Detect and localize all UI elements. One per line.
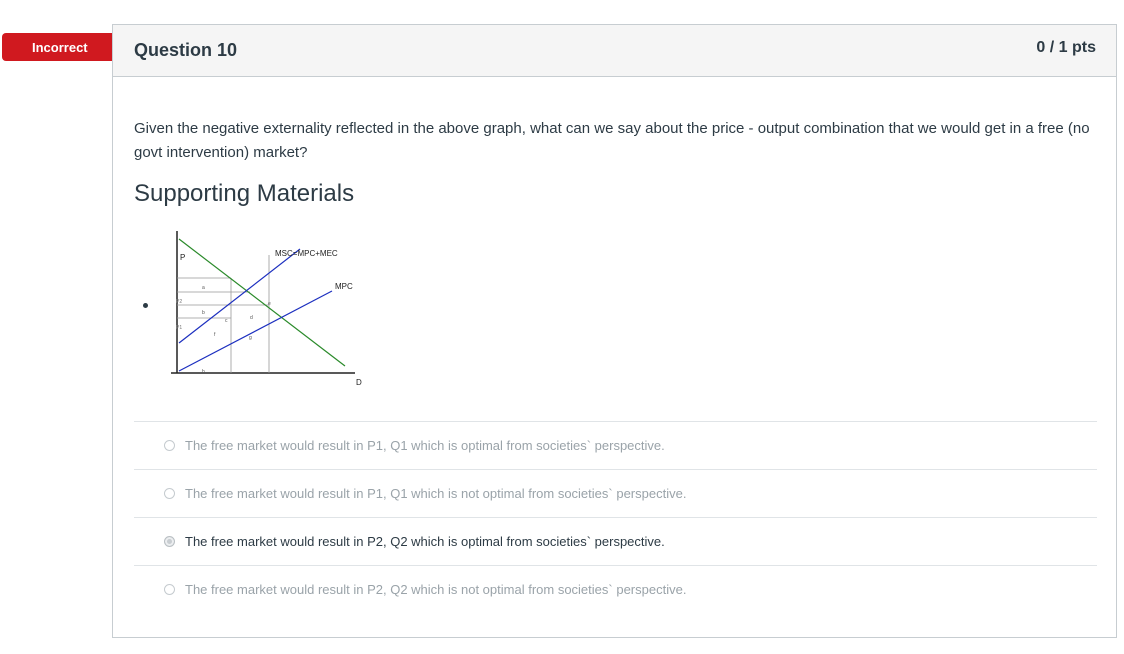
supporting-materials-heading: Supporting Materials <box>134 180 355 207</box>
answer-label: The free market would result in P1, Q1 w… <box>185 438 665 453</box>
answer-label: The free market would result in P2, Q2 w… <box>185 582 687 597</box>
list-bullet <box>143 303 148 308</box>
question-text: Given the negative externality reflected… <box>134 120 1090 161</box>
answer-list: The free market would result in P1, Q1 w… <box>134 421 1097 613</box>
region-f-label: f <box>214 332 216 338</box>
radio-button[interactable] <box>164 584 175 595</box>
msc-curve <box>178 248 301 344</box>
region-e-label: e <box>268 301 271 307</box>
p2-label: P2 <box>176 299 182 305</box>
mpc-label: MPC <box>335 282 353 291</box>
d-label: D <box>356 378 362 386</box>
region-a-label: a <box>202 285 205 291</box>
question-points: 0 / 1 pts <box>1036 39 1096 56</box>
region-c-label: c <box>225 318 228 324</box>
question-header: Question 10 0 / 1 pts <box>113 25 1116 77</box>
region-d-label: d <box>250 315 253 321</box>
answer-option-2[interactable]: The free market would result in P1, Q1 w… <box>134 469 1097 517</box>
status-badge: Incorrect <box>2 33 129 61</box>
radio-button-selected[interactable] <box>164 536 175 547</box>
answer-label: The free market would result in P2, Q2 w… <box>185 534 665 549</box>
radio-button[interactable] <box>164 440 175 451</box>
p-axis-label: P <box>180 253 185 262</box>
region-g-label: g <box>249 335 252 341</box>
answer-label: The free market would result in P1, Q1 w… <box>185 486 687 501</box>
externality-graph: MSC=MPC+MEC MPC D P Q P2 P1 Q2 Q1 a b c … <box>171 231 362 386</box>
radio-button[interactable] <box>164 488 175 499</box>
question-card: Question 10 0 / 1 pts Given the negative… <box>112 24 1117 638</box>
msc-label: MSC=MPC+MEC <box>275 249 338 258</box>
question-title: Question 10 <box>134 40 238 60</box>
region-b-label: b <box>202 310 205 316</box>
region-h-label: h <box>202 369 205 375</box>
answer-option-1[interactable]: The free market would result in P1, Q1 w… <box>134 421 1097 469</box>
answer-option-4[interactable]: The free market would result in P2, Q2 w… <box>134 565 1097 613</box>
mpc-curve <box>178 290 333 372</box>
demand-curve <box>178 238 346 367</box>
answer-option-3[interactable]: The free market would result in P2, Q2 w… <box>134 517 1097 565</box>
p1-label: P1 <box>176 325 182 331</box>
